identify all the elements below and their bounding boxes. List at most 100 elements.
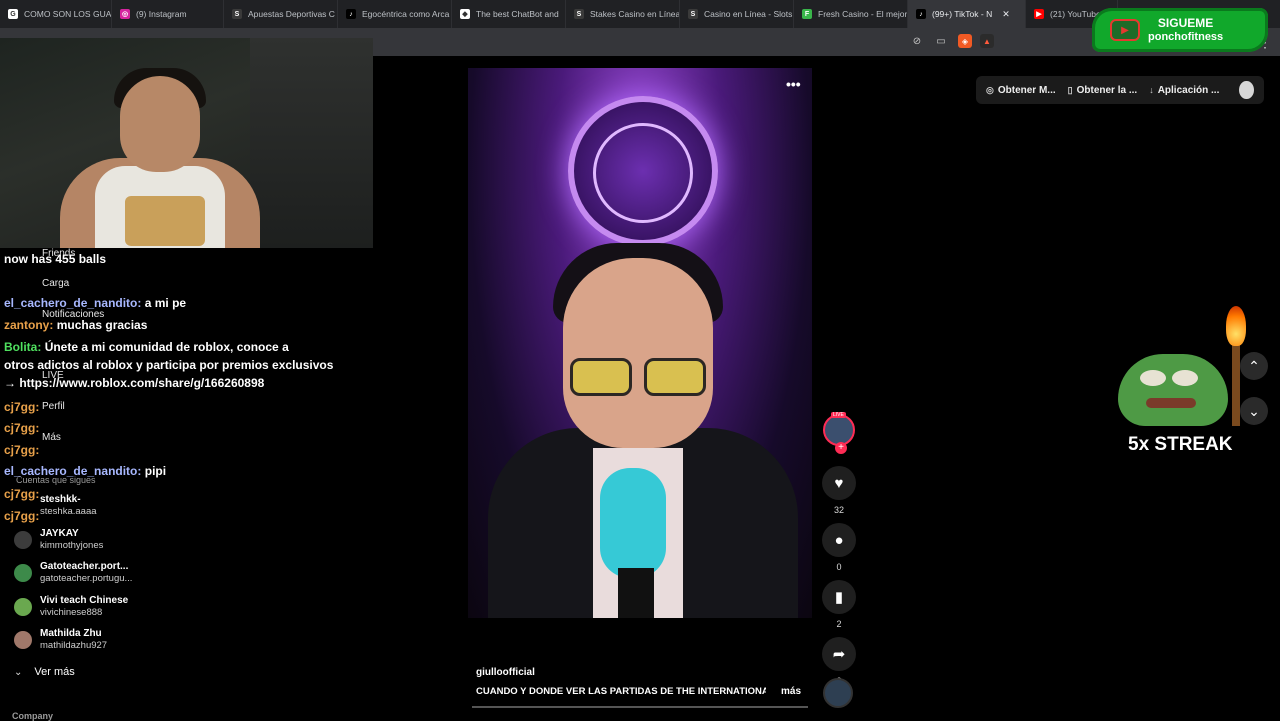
like-count: 32 <box>833 505 844 515</box>
tab-favicon-icon: S <box>574 9 584 19</box>
brave-shield-icon[interactable]: ◈ <box>958 34 972 48</box>
tab-favicon-icon: ◎ <box>120 9 130 19</box>
streak-label: 5x STREAK <box>1128 434 1233 455</box>
tab-favicon-icon: ◆ <box>460 9 470 19</box>
top-right-bar: ◎ Obtener M... ▯ Obtener la ... ↓ Aplicació… <box>976 76 1264 104</box>
tab-label: (9) Instagram <box>136 9 187 19</box>
browser-tab[interactable]: ◎ (9) Instagram <box>112 0 224 28</box>
follow-plus-icon[interactable]: + <box>835 442 847 454</box>
avatar <box>14 598 32 616</box>
comment-icon: ● <box>834 531 844 549</box>
tab-favicon-icon: S <box>688 9 698 19</box>
coin-icon: ◎ <box>986 84 994 95</box>
youtube-icon: ▶ <box>1110 19 1140 41</box>
tab-favicon-icon: ♪ <box>916 9 926 19</box>
followed-account[interactable]: Gatoteacher.port... gatoteacher.portugu..… <box>14 561 132 585</box>
avatar <box>14 631 32 649</box>
chat-line: Bolita: Únete a mi comunidad de roblox, … <box>4 340 289 354</box>
chat-line: zantony: muchas gracias <box>4 318 148 332</box>
save-count: 2 <box>836 619 842 629</box>
save-button[interactable]: ▮ <box>822 580 856 614</box>
next-video-button[interactable]: ⌄ <box>1240 397 1268 425</box>
sidebar-profile[interactable]: Perfil <box>42 401 65 412</box>
tab-label: COMO SON LOS GUA <box>24 9 112 19</box>
video-player[interactable] <box>468 68 812 618</box>
webcam-overlay <box>0 38 373 248</box>
share-button[interactable]: ➦ <box>822 637 856 671</box>
tab-favicon-icon: G <box>8 9 18 19</box>
creator-avatar[interactable]: LIVE + <box>823 412 855 454</box>
tab-favicon-icon: S <box>232 9 242 19</box>
more-options-icon[interactable]: ••• <box>786 76 801 92</box>
video-username[interactable]: giulloofficial <box>476 667 535 678</box>
browser-tab-bar: G COMO SON LOS GUA ◎ (9) Instagram S Apuestas… <box>0 0 1280 28</box>
caption-more-link[interactable]: más <box>781 686 801 697</box>
tab-favicon-icon: ▶ <box>1034 9 1044 19</box>
heart-icon: ♥ <box>834 474 844 492</box>
desktop-app-button[interactable]: ↓ Aplicación ... <box>1149 85 1219 96</box>
follow-title: SIGUEME <box>1157 16 1214 30</box>
get-coins-button[interactable]: ◎ Obtener M... <box>986 85 1056 96</box>
chat-line: → https://www.roblox.com/share/g/1662608… <box>4 376 265 390</box>
close-tab-icon[interactable]: ✕ <box>1002 9 1010 20</box>
tab-label: Stakes Casino en Línea <box>590 9 680 19</box>
pepe-emote <box>1118 354 1228 426</box>
chat-line: now has 455 balls <box>4 252 107 266</box>
tab-label: Apuestas Deportivas C <box>248 9 335 19</box>
video-actions: LIVE + ♥ 32 ● 0 ▮ 2 ➦ 2 <box>822 412 856 694</box>
followed-account[interactable]: Vivi teach Chinese vivichinese888 <box>14 595 128 619</box>
video-caption: CUANDO Y DONDE VER LAS PARTIDAS DE THE I… <box>476 686 766 697</box>
comment-count: 0 <box>836 562 842 572</box>
bookmark-icon: ▮ <box>834 589 844 606</box>
tab-label: Fresh Casino - El mejor <box>818 9 908 19</box>
download-icon: ↓ <box>1149 85 1154 95</box>
sidebar-more[interactable]: Más <box>42 432 61 443</box>
chat-line: cj7gg: <box>4 400 40 414</box>
chat-line: el_cachero_de_nandito: a mi pe <box>4 296 187 310</box>
avatar <box>14 564 32 582</box>
browser-tab[interactable]: G COMO SON LOS GUA <box>0 0 112 28</box>
tab-label: (21) YouTube <box>1050 9 1101 19</box>
followed-account[interactable]: JAYKAY kimmothyjones <box>14 528 103 552</box>
tab-label: The best ChatBot and <box>476 9 559 19</box>
follow-handle: ponchofitness <box>1148 31 1224 43</box>
sidebar-upload[interactable]: Carga <box>42 278 69 289</box>
chat-line: cj7gg: <box>4 443 40 457</box>
browser-tab[interactable]: ◆ The best ChatBot and <box>452 0 566 28</box>
chevron-up-icon: ⌃ <box>1248 357 1260 374</box>
previous-video-button[interactable]: ⌃ <box>1240 352 1268 380</box>
like-button[interactable]: ♥ <box>822 466 856 500</box>
tab-favicon-icon: F <box>802 9 812 19</box>
video-progress-bar[interactable] <box>472 706 808 708</box>
chat-line: cj7gg: <box>4 421 40 435</box>
browser-tab[interactable]: S Casino en Línea - Slots <box>680 0 794 28</box>
browser-tab[interactable]: S Apuestas Deportivas C <box>224 0 338 28</box>
screen-icon[interactable]: ▭ <box>934 34 948 48</box>
profile-avatar[interactable] <box>1239 81 1254 99</box>
browser-tab[interactable]: F Fresh Casino - El mejor <box>794 0 908 28</box>
chevron-down-icon: ⌄ <box>14 666 23 678</box>
see-more-button[interactable]: ⌄ Ver más <box>14 666 75 678</box>
followed-account[interactable]: steshkk-steshka.aaaa <box>14 494 97 518</box>
mute-icon[interactable]: ⊘ <box>910 34 924 48</box>
tab-label: Casino en Línea - Slots <box>704 9 793 19</box>
brave-rewards-icon[interactable]: ▲ <box>980 34 994 48</box>
flame-icon <box>1226 306 1246 346</box>
live-badge: LIVE <box>831 412 846 418</box>
followed-account[interactable]: Mathilda Zhu mathildazhu927 <box>14 628 107 652</box>
get-app-button[interactable]: ▯ Obtener la ... <box>1068 85 1138 96</box>
tab-label: Egocéntrica como Arca <box>362 9 450 19</box>
browser-tab[interactable]: ♪ Egocéntrica como Arca <box>338 0 452 28</box>
avatar <box>14 497 32 515</box>
browser-tab[interactable]: ♪ (99+) TikTok - N ✕ <box>908 0 1026 28</box>
browser-tab[interactable]: S Stakes Casino en Línea <box>566 0 680 28</box>
torch-icon <box>1232 344 1240 426</box>
follow-banner: ▶ SIGUEME ponchofitness <box>1092 8 1268 52</box>
comment-button[interactable]: ● <box>822 523 856 557</box>
chat-line: el_cachero_de_nandito: pipi <box>4 464 167 478</box>
avatar <box>14 531 32 549</box>
phone-icon: ▯ <box>1067 84 1073 95</box>
share-arrow-icon: ➦ <box>832 646 846 663</box>
sound-avatar[interactable] <box>823 678 853 708</box>
tab-favicon-icon: ♪ <box>346 9 356 19</box>
